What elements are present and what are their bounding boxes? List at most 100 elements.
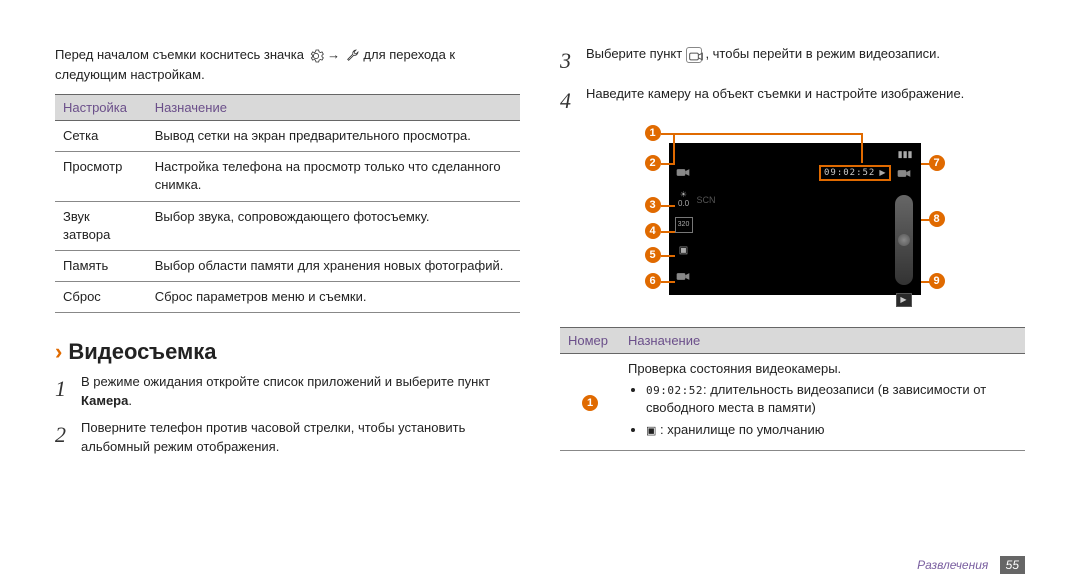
- storage-icon: ▣: [675, 243, 693, 259]
- step-number: 4: [560, 85, 586, 117]
- record-button[interactable]: [895, 195, 913, 285]
- right-column: 3 Выберите пункт , чтобы перейти в режим…: [560, 45, 1025, 566]
- camcorder-screen: ▮▮▮ ☀0.0 320 ▣ SCN 09:: [669, 143, 921, 295]
- chevron-icon: ›: [55, 339, 62, 364]
- callout-line: [673, 133, 863, 135]
- callout-line: [861, 133, 863, 163]
- setting-desc: Вывод сетки на экран предварительного пр…: [147, 121, 520, 152]
- legend-desc-cell: Проверка состояния видеокамеры. 09:02:52…: [620, 353, 1025, 450]
- mode-camcorder-top-icon: [675, 165, 693, 181]
- rec-play-icon: ▶: [879, 168, 885, 177]
- step-text: Наведите камеру на объект съемки и настр…: [586, 86, 964, 101]
- legend-item-2-text: : хранилище по умолчанию: [656, 422, 824, 437]
- left-column: Перед началом съемки коснитесь значка → …: [55, 45, 520, 566]
- step-body: Выберите пункт , чтобы перейти в режим в…: [586, 45, 1025, 77]
- callout-line: [921, 281, 931, 283]
- settings-table: Настройка Назначение Сетка Вывод сетки н…: [55, 94, 520, 313]
- step-text-b: , чтобы перейти в режим видеозаписи.: [705, 46, 940, 61]
- setting-desc: Сброс параметров меню и съемки.: [147, 282, 520, 313]
- legend-row: 1 Проверка состояния видеокамеры. 09:02:…: [560, 353, 1025, 450]
- intro-before: Перед началом съемки коснитесь значка: [55, 47, 308, 62]
- callout-2: 2: [645, 155, 661, 171]
- callout-5: 5: [645, 247, 661, 263]
- legend-item-2: ▣ : хранилище по умолчанию: [646, 421, 1017, 439]
- step-text: Поверните телефон против часовой стрелки…: [81, 420, 465, 454]
- callout-6: 6: [645, 273, 661, 289]
- callout-line: [661, 255, 675, 257]
- status-row: ▮▮▮: [898, 149, 913, 160]
- setting-name: Просмотр: [55, 152, 147, 201]
- table-row: Звук затвора Выбор звука, сопровождающег…: [55, 201, 520, 250]
- legend-header-row: Номер Назначение: [560, 327, 1025, 353]
- setting-desc: Выбор звука, сопровождающего фотосъемку.: [147, 201, 520, 250]
- rec-time-box: 09:02:52 ▶: [819, 165, 891, 181]
- step-number: 1: [55, 373, 81, 411]
- mode-camcorder-bottom-icon: [675, 269, 693, 285]
- setting-name: Звук затвора: [55, 201, 147, 250]
- record-dot-icon: [898, 234, 910, 246]
- callout-3: 3: [645, 197, 661, 213]
- setting-name: Сетка: [55, 121, 147, 152]
- setting-name: Сброс: [55, 282, 147, 313]
- table-row: Сброс Сброс параметров меню и съемки.: [55, 282, 520, 313]
- intro-arrow: →: [327, 47, 344, 62]
- step-3: 3 Выберите пункт , чтобы перейти в режим…: [560, 45, 1025, 77]
- callout-4: 4: [645, 223, 661, 239]
- callout-8: 8: [929, 211, 945, 227]
- rec-time-text: 09:02:52: [824, 168, 875, 178]
- setting-desc: Выбор области памяти для хранения новых …: [147, 250, 520, 281]
- step-text: Выберите пункт: [586, 46, 686, 61]
- callout-9: 9: [929, 273, 945, 289]
- scn-label: SCN: [697, 195, 716, 205]
- battery-icon: ▮▮▮: [898, 149, 913, 160]
- legend-sublist: 09:02:52: длительность видеозаписи (в за…: [628, 381, 1017, 440]
- callout-line: [921, 219, 931, 221]
- step-text: В режиме ожидания откройте список прилож…: [81, 374, 490, 389]
- step-number: 2: [55, 419, 81, 457]
- legend-callout-badge: 1: [582, 395, 598, 411]
- step-1: 1 В режиме ожидания откройте список прил…: [55, 373, 520, 411]
- camcorder-icon: [686, 47, 702, 63]
- footer: Развлечения 55: [917, 558, 1025, 572]
- legend-table: Номер Назначение 1 Проверка состояния ви…: [560, 327, 1025, 451]
- callout-line: [673, 133, 675, 163]
- callout-1: 1: [645, 125, 661, 141]
- step-2: 2 Поверните телефон против часовой стрел…: [55, 419, 520, 457]
- step-body: Наведите камеру на объект съемки и настр…: [586, 85, 1025, 117]
- camcorder-right-icon: [897, 167, 913, 182]
- table-row: Сетка Вывод сетки на экран предварительн…: [55, 121, 520, 152]
- legend-header-purpose: Назначение: [620, 327, 1025, 353]
- left-icon-column: ☀0.0 320 ▣: [675, 165, 693, 285]
- step-bold: Камера: [81, 393, 128, 408]
- settings-header-row: Настройка Назначение: [55, 95, 520, 121]
- step-body: Поверните телефон против часовой стрелки…: [81, 419, 520, 457]
- callout-line: [661, 281, 675, 283]
- section-heading: ›Видеосъемка: [55, 339, 520, 365]
- resolution-badge: 320: [675, 217, 693, 233]
- step-4: 4 Наведите камеру на объект съемки и нас…: [560, 85, 1025, 117]
- callout-7: 7: [929, 155, 945, 171]
- table-row: Просмотр Настройка телефона на просмотр …: [55, 152, 520, 201]
- page: Перед началом съемки коснитесь значка → …: [0, 0, 1080, 586]
- right-controls: ▶: [893, 195, 915, 307]
- table-row: Память Выбор области памяти для хранения…: [55, 250, 520, 281]
- callout-line: [661, 205, 675, 207]
- callout-line: [661, 231, 675, 233]
- playback-button[interactable]: ▶: [896, 293, 912, 307]
- legend-item-1: 09:02:52: длительность видеозаписи (в за…: [646, 381, 1017, 417]
- footer-section: Развлечения: [917, 558, 988, 572]
- exposure-icon: ☀0.0: [675, 191, 693, 207]
- step-text-b: .: [128, 393, 132, 408]
- callout-line: [661, 163, 675, 165]
- step-number: 3: [560, 45, 586, 77]
- legend-title: Проверка состояния видеокамеры.: [628, 360, 1017, 378]
- step-body: В режиме ожидания откройте список прилож…: [81, 373, 520, 411]
- setting-desc: Настройка телефона на просмотр только чт…: [147, 152, 520, 201]
- settings-header-purpose: Назначение: [147, 95, 520, 121]
- camcorder-diagram: ▮▮▮ ☀0.0 320 ▣ SCN 09:: [603, 125, 983, 315]
- legend-header-num: Номер: [560, 327, 620, 353]
- wrench-icon: [344, 48, 360, 64]
- storage-small-icon: ▣: [646, 425, 656, 437]
- settings-icon: [308, 48, 324, 64]
- intro-paragraph: Перед началом съемки коснитесь значка → …: [55, 45, 520, 84]
